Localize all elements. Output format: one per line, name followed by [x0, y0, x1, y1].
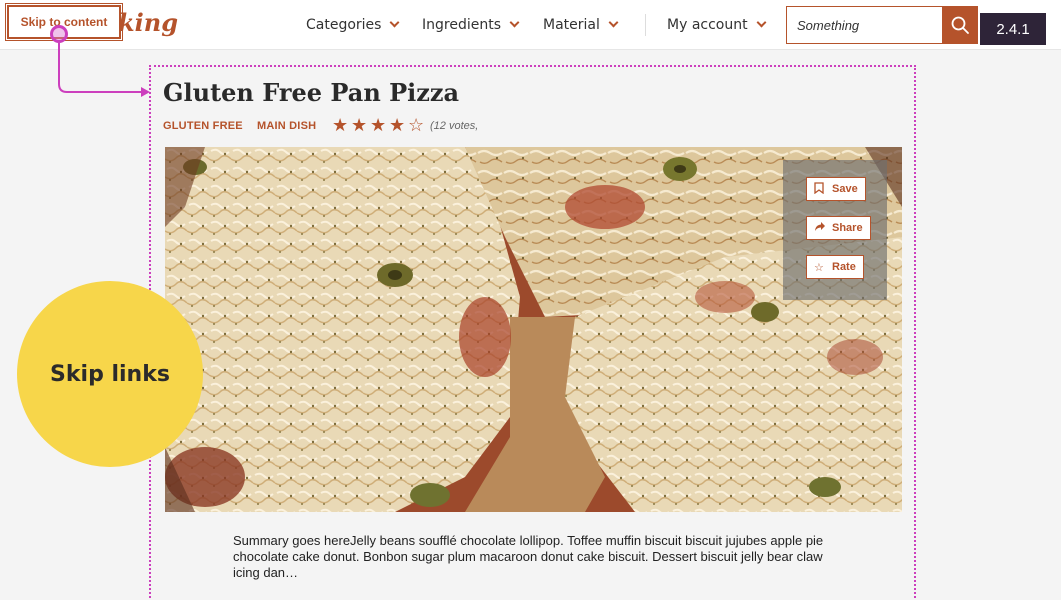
save-button-label: Save — [832, 183, 858, 195]
nav-categories[interactable]: Categories — [306, 0, 400, 50]
skip-link-pointer-arrow — [58, 43, 150, 97]
save-button[interactable]: Save — [806, 177, 866, 201]
search-field[interactable] — [786, 6, 943, 44]
star-filled-icon: ★ — [389, 115, 406, 136]
recipe-title: Gluten Free Pan Pizza — [163, 78, 460, 107]
vote-count: (12 votes, — [430, 120, 479, 132]
search-input[interactable] — [787, 7, 943, 43]
search-icon — [951, 16, 969, 34]
tag-gluten-free[interactable]: GLUTEN FREE — [163, 120, 243, 132]
rate-button-label: Rate — [832, 261, 856, 273]
nav-ingredients[interactable]: Ingredients — [422, 0, 520, 50]
recipe-summary: Summary goes hereJelly beans soufflé cho… — [233, 533, 824, 580]
nav-ingredients-label: Ingredients — [422, 17, 501, 33]
nav-material[interactable]: Material — [543, 0, 619, 50]
chevron-down-icon — [390, 17, 400, 28]
chevron-down-icon — [608, 17, 619, 28]
nav-divider — [645, 14, 646, 36]
rate-button[interactable]: ☆ Rate — [806, 255, 864, 279]
recipe-actions-panel: Save Share ☆ Rate — [783, 160, 887, 300]
star-outline-icon: ☆ — [814, 260, 824, 274]
nav-categories-label: Categories — [306, 17, 382, 33]
star-outline-icon: ☆ — [408, 115, 425, 136]
bookmark-icon — [814, 181, 826, 197]
share-arrow-icon — [814, 221, 826, 235]
nav-material-label: Material — [543, 17, 600, 33]
star-filled-icon: ★ — [351, 115, 368, 136]
rating-stars: ★ ★ ★ ★ ☆ — [332, 116, 427, 136]
nav-my-account-label: My account — [667, 17, 748, 33]
share-button-label: Share — [832, 222, 863, 234]
search-button[interactable] — [942, 6, 978, 44]
share-button[interactable]: Share — [806, 216, 871, 240]
chevron-down-icon — [509, 17, 520, 28]
chevron-down-icon — [756, 17, 767, 28]
version-badge: 2.4.1 — [980, 13, 1046, 45]
tag-main-dish[interactable]: MAIN DISH — [257, 120, 316, 132]
star-filled-icon: ★ — [370, 115, 387, 136]
skip-links-callout: Skip links — [17, 281, 203, 467]
nav-my-account[interactable]: My account — [667, 0, 767, 50]
star-filled-icon: ★ — [332, 115, 349, 136]
